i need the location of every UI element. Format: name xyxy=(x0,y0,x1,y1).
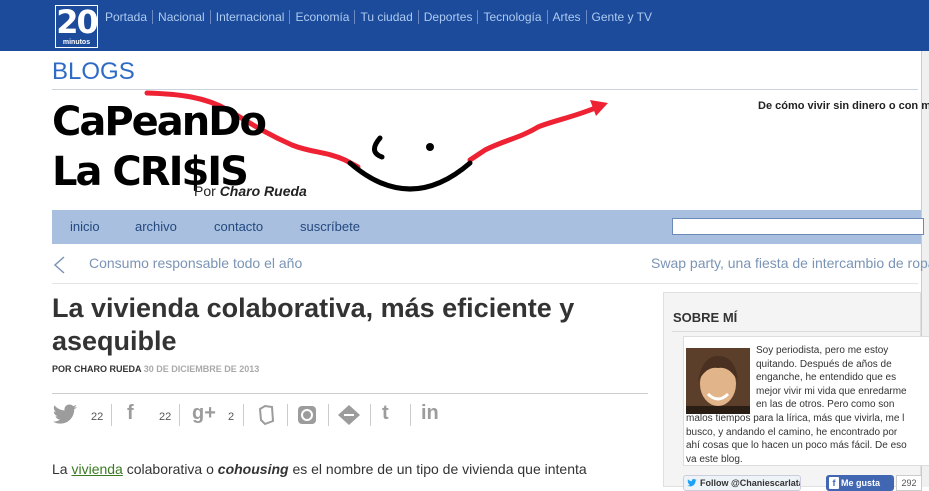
twitter-follow-button[interactable]: Follow @Chaniescarlata xyxy=(683,475,801,491)
sidebar-heading: SOBRE MÍ xyxy=(673,310,738,325)
twitter-count: 22 xyxy=(91,411,104,423)
eye-icon xyxy=(426,143,434,151)
menu-suscribete[interactable]: suscríbete xyxy=(300,219,360,234)
article-date: 30 DE DICIEMBRE DE 2013 xyxy=(143,364,260,374)
post-nav-divider xyxy=(52,283,918,284)
about-line: enganche, he entendido que es xyxy=(756,372,897,384)
byline-prefix: Por xyxy=(194,183,216,199)
search-input[interactable] xyxy=(672,218,924,235)
about-line: mejor vivir mi vida que enredarme xyxy=(756,385,907,397)
next-post-link[interactable]: Swap party, una fiesta de intercambio de… xyxy=(651,255,929,271)
share-divider xyxy=(52,393,648,394)
share-separator xyxy=(111,404,112,426)
article-title: La vivienda colaborativa, más eficiente … xyxy=(52,293,575,356)
googleplus-icon[interactable]: g+ xyxy=(192,402,216,425)
share-separator xyxy=(179,404,180,426)
about-line: malos tiempos para la lírica, más que vi… xyxy=(686,413,905,424)
blog-menu: inicio archivo contacto suscríbete xyxy=(52,210,924,244)
about-line: va este blog. xyxy=(686,453,743,465)
delicious-icon[interactable] xyxy=(337,404,361,426)
share-separator xyxy=(328,404,329,426)
author-photo xyxy=(686,348,750,414)
body-text-end: es el nombre de un tipo de vivienda que … xyxy=(288,461,587,477)
facebook-like-button[interactable]: f Me gusta xyxy=(826,475,894,491)
article-author[interactable]: POR CHARO RUEDA xyxy=(52,364,141,374)
chevron-left-icon[interactable] xyxy=(52,255,66,275)
brand-byline: Por Charo Rueda xyxy=(194,183,307,199)
menu-archivo[interactable]: archivo xyxy=(135,219,177,234)
about-line: ahí cosas que lo hacen un poco más fácil… xyxy=(686,440,907,452)
share-separator xyxy=(410,404,411,426)
menu-contacto[interactable]: contacto xyxy=(214,219,263,234)
like-count: 292 xyxy=(896,475,922,491)
body-text-start: La xyxy=(52,461,68,477)
facebook-icon[interactable]: f xyxy=(127,402,134,425)
share-separator xyxy=(370,404,371,426)
article-body: La vivienda colaborativa o cohousing es … xyxy=(52,461,587,477)
meneame-icon[interactable] xyxy=(296,404,318,426)
body-text-mid: colaborativa o xyxy=(122,461,218,477)
byline-author: Charo Rueda xyxy=(219,183,307,199)
about-line: busco, y andando el camino, he encontrad… xyxy=(686,426,898,438)
linkedin-icon[interactable]: in xyxy=(421,402,439,425)
googleplus-count: 2 xyxy=(228,411,235,423)
body-emphasis: cohousing xyxy=(217,461,289,477)
sidebar-divider xyxy=(672,331,922,332)
share-separator xyxy=(287,404,288,426)
tumblr-icon[interactable]: t xyxy=(382,402,389,425)
about-line: Soy periodista, pero me estoy xyxy=(756,345,889,356)
brand-line-1[interactable]: CaPeanDo xyxy=(52,100,267,144)
prev-post-link[interactable]: Consumo responsable todo el año xyxy=(89,255,302,271)
menu-inicio[interactable]: inicio xyxy=(70,219,100,234)
about-line: quitando. Después de años de xyxy=(756,358,892,370)
about-line: en las de otros. Pero como son xyxy=(756,399,895,411)
facebook-count: 22 xyxy=(159,411,172,423)
evernote-icon[interactable] xyxy=(255,404,277,426)
facebook-icon: f xyxy=(829,477,839,489)
article-meta: POR CHARO RUEDA 30 DE DICIEMBRE DE 2013 xyxy=(52,364,259,374)
smile-dimple xyxy=(372,135,385,160)
sidebar: SOBRE MÍ Soy periodista, pero me estoy q… xyxy=(663,292,929,491)
twitter-icon[interactable] xyxy=(52,404,78,426)
share-separator xyxy=(243,404,244,426)
blog-tagline: De cómo vivir sin dinero o con mu xyxy=(758,100,929,112)
smile-icon xyxy=(347,160,473,192)
vivienda-link[interactable]: vivienda xyxy=(71,461,122,477)
about-box: Soy periodista, pero me estoy quitando. … xyxy=(683,336,929,466)
